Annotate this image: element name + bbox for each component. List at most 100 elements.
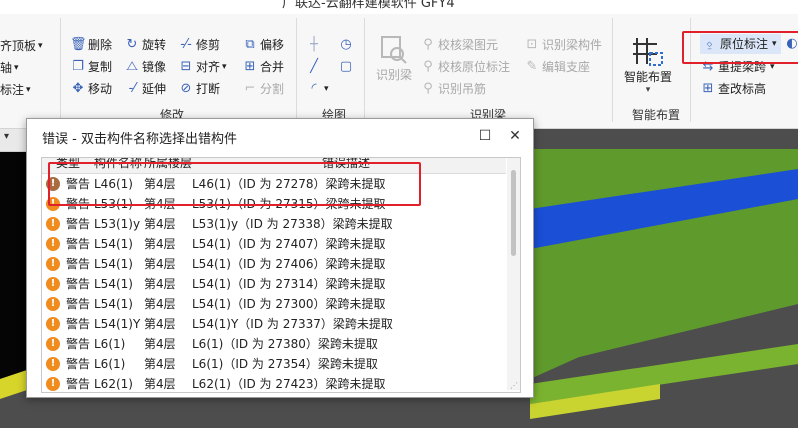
component-name[interactable]: L54(1) <box>94 294 133 314</box>
error-type: 警告 <box>66 257 91 271</box>
smart-layout-button[interactable]: 智能布置 ▾ <box>620 34 676 95</box>
recognize-beam-component-button[interactable]: ⊡ 识别梁构件 <box>524 35 602 55</box>
edit-support-button[interactable]: ✎ 编辑支座 <box>524 57 590 77</box>
split-label: 分割 <box>260 82 285 96</box>
delete-label: 删除 <box>88 38 113 52</box>
component-name[interactable]: L62(1) <box>94 374 133 392</box>
component-name[interactable]: L54(1) <box>94 274 133 294</box>
error-description: L54(1)Y（ID 为 27337）梁跨未提取 <box>192 317 393 331</box>
warning-icon: ! <box>46 377 60 391</box>
error-row[interactable]: ! 警告 L53(1)y 第4层 L53(1)y（ID 为 27338）梁跨未提取 <box>42 214 506 234</box>
split-button[interactable]: ⌐ 分割 <box>242 79 284 99</box>
ribbon-partial-item-2[interactable]: 轴 ▾ <box>0 58 19 78</box>
error-type: 警告 <box>66 357 91 371</box>
annotation-highlight <box>682 31 798 64</box>
error-row[interactable]: ! 警告 L62(1) 第4层 L62(1)（ID 为 27423）梁跨未提取 <box>42 374 506 392</box>
trim-label: 修剪 <box>196 38 221 52</box>
error-row[interactable]: ! 警告 L6(1) 第4层 L6(1)（ID 为 27354）梁跨未提取 <box>42 354 506 374</box>
close-button[interactable]: ✕ <box>501 123 529 149</box>
floor-name: 第4层 <box>144 277 176 291</box>
crosshair-icon: ┼ <box>310 37 318 52</box>
recognize-hanger-label: 识别吊筋 <box>438 82 487 96</box>
delete-button[interactable]: 🗑 删除 <box>70 35 112 55</box>
floor-name: 第4层 <box>144 237 176 251</box>
mirror-button[interactable]: ⧍ 镜像 <box>124 57 166 77</box>
warning-icon: ! <box>46 237 60 251</box>
recognize-beam-component-label: 识别梁构件 <box>542 38 603 52</box>
dialog-title: 错误 - 双击构件名称选择出错构件 <box>42 132 237 147</box>
offset-button[interactable]: ⧉ 偏移 <box>242 35 284 55</box>
floor-name: 第4层 <box>144 257 176 271</box>
resize-grip-icon[interactable]: ⋰ <box>510 381 518 390</box>
trim-button[interactable]: -⁄- 修剪 <box>178 35 220 55</box>
break-button[interactable]: ⊘ 打断 <box>178 79 220 99</box>
circle-tool-button[interactable]: ◷ <box>338 35 356 55</box>
error-type: 警告 <box>66 297 91 311</box>
ribbon-partial-item-1[interactable]: 齐顶板 ▾ <box>0 36 43 56</box>
ribbon-partial-item-3[interactable]: 标注 ▾ <box>0 80 31 100</box>
extend-icon: -⁄ <box>128 81 136 96</box>
grid-layout-icon <box>633 38 663 66</box>
move-label: 移动 <box>88 82 113 96</box>
offset-label: 偏移 <box>260 38 285 52</box>
trash-icon: 🗑 <box>70 37 87 52</box>
error-type: 警告 <box>66 237 91 251</box>
recognize-beam-button[interactable]: 识别梁 <box>372 34 416 83</box>
merge-button[interactable]: ⊞ 合并 <box>242 57 284 77</box>
rotate-button[interactable]: ↻ 旋转 <box>124 35 166 55</box>
error-description: L53(1)y（ID 为 27338）梁跨未提取 <box>192 217 393 231</box>
align-label: 对齐 <box>196 60 221 74</box>
check-in-situ-annotation-label: 校核原位标注 <box>438 60 511 74</box>
chevron-down-icon: ▾ <box>4 131 10 142</box>
scrollbar-thumb[interactable] <box>511 170 516 256</box>
elevation-icon: ⊞ <box>702 81 714 96</box>
point-tool-button[interactable]: ┼ <box>306 35 324 55</box>
error-row[interactable]: ! 警告 L54(1) 第4层 L54(1)（ID 为 27406）梁跨未提取 <box>42 254 506 274</box>
warning-icon: ! <box>46 217 60 231</box>
component-name[interactable]: L54(1) <box>94 254 133 274</box>
vertical-scrollbar[interactable] <box>507 158 520 390</box>
error-dialog: 错误 - 双击构件名称选择出错构件 ☐ ✕ 类型 构件名称 所属楼层 错误描述 … <box>26 118 534 398</box>
error-row[interactable]: ! 警告 L54(1) 第4层 L54(1)（ID 为 27407）梁跨未提取 <box>42 234 506 254</box>
component-name[interactable]: L54(1) <box>94 234 133 254</box>
offset-icon: ⧉ <box>245 37 255 52</box>
error-row[interactable]: ! 警告 L54(1)Y 第4层 L54(1)Y（ID 为 27337）梁跨未提取 <box>42 314 506 334</box>
rect-tool-button[interactable]: ▢ <box>338 57 356 77</box>
arc-icon: ◜ <box>311 81 317 96</box>
move-button[interactable]: ✥ 移动 <box>70 79 112 99</box>
check-in-situ-annotation-button[interactable]: ⚲ 校核原位标注 <box>420 57 510 77</box>
check-beam-elements-button[interactable]: ⚲ 校核梁图元 <box>420 35 498 55</box>
break-label: 打断 <box>196 82 221 96</box>
maximize-icon: ☐ <box>478 128 492 144</box>
floor-name: 第4层 <box>144 297 176 311</box>
error-row[interactable]: ! 警告 L54(1) 第4层 L54(1)（ID 为 27314）梁跨未提取 <box>42 274 506 294</box>
floor-name: 第4层 <box>144 357 176 371</box>
error-description: L62(1)（ID 为 27423）梁跨未提取 <box>192 377 386 391</box>
error-row[interactable]: ! 警告 L6(1) 第4层 L6(1)（ID 为 27380）梁跨未提取 <box>42 334 506 354</box>
arc-tool-button[interactable]: ◜ ▾ <box>306 79 328 99</box>
component-name[interactable]: L53(1)y <box>94 214 140 234</box>
component-name[interactable]: L6(1) <box>94 354 125 374</box>
edit-icon: ✎ <box>526 59 538 74</box>
maximize-button[interactable]: ☐ <box>471 123 499 149</box>
error-description: L54(1)（ID 为 27407）梁跨未提取 <box>192 237 386 251</box>
error-type: 警告 <box>66 217 91 231</box>
ribbon-toolbar: 齐顶板 ▾ 轴 ▾ 标注 ▾ 🗑 删除 ↻ 旋转 -⁄- 修剪 ⧉ 偏移 ❐ 复制 ⧍ 镜像 ⊟ 对… <box>0 14 798 129</box>
circle-icon: ◷ <box>340 37 352 52</box>
ribbon-separator <box>296 18 297 122</box>
component-name[interactable]: L6(1) <box>94 334 125 354</box>
warning-icon: ! <box>46 297 60 311</box>
close-icon: ✕ <box>509 128 521 144</box>
warning-icon: ! <box>46 277 60 291</box>
error-description: L6(1)（ID 为 27354）梁跨未提取 <box>192 357 378 371</box>
error-description: L6(1)（ID 为 27380）梁跨未提取 <box>192 337 378 351</box>
align-button[interactable]: ⊟ 对齐 ▾ <box>178 57 227 77</box>
check-elevation-button[interactable]: ⊞ 查改标高 <box>700 79 766 99</box>
error-row[interactable]: ! 警告 L54(1) 第4层 L54(1)（ID 为 27300）梁跨未提取 <box>42 294 506 314</box>
copy-button[interactable]: ❐ 复制 <box>70 57 112 77</box>
extend-button[interactable]: -⁄ 延伸 <box>124 79 166 99</box>
recognize-hanger-button[interactable]: ⚲ 识别吊筋 <box>420 79 486 99</box>
line-tool-button[interactable]: ╱ <box>306 57 324 77</box>
component-name[interactable]: L54(1)Y <box>94 314 140 334</box>
copy-label: 复制 <box>88 60 113 74</box>
